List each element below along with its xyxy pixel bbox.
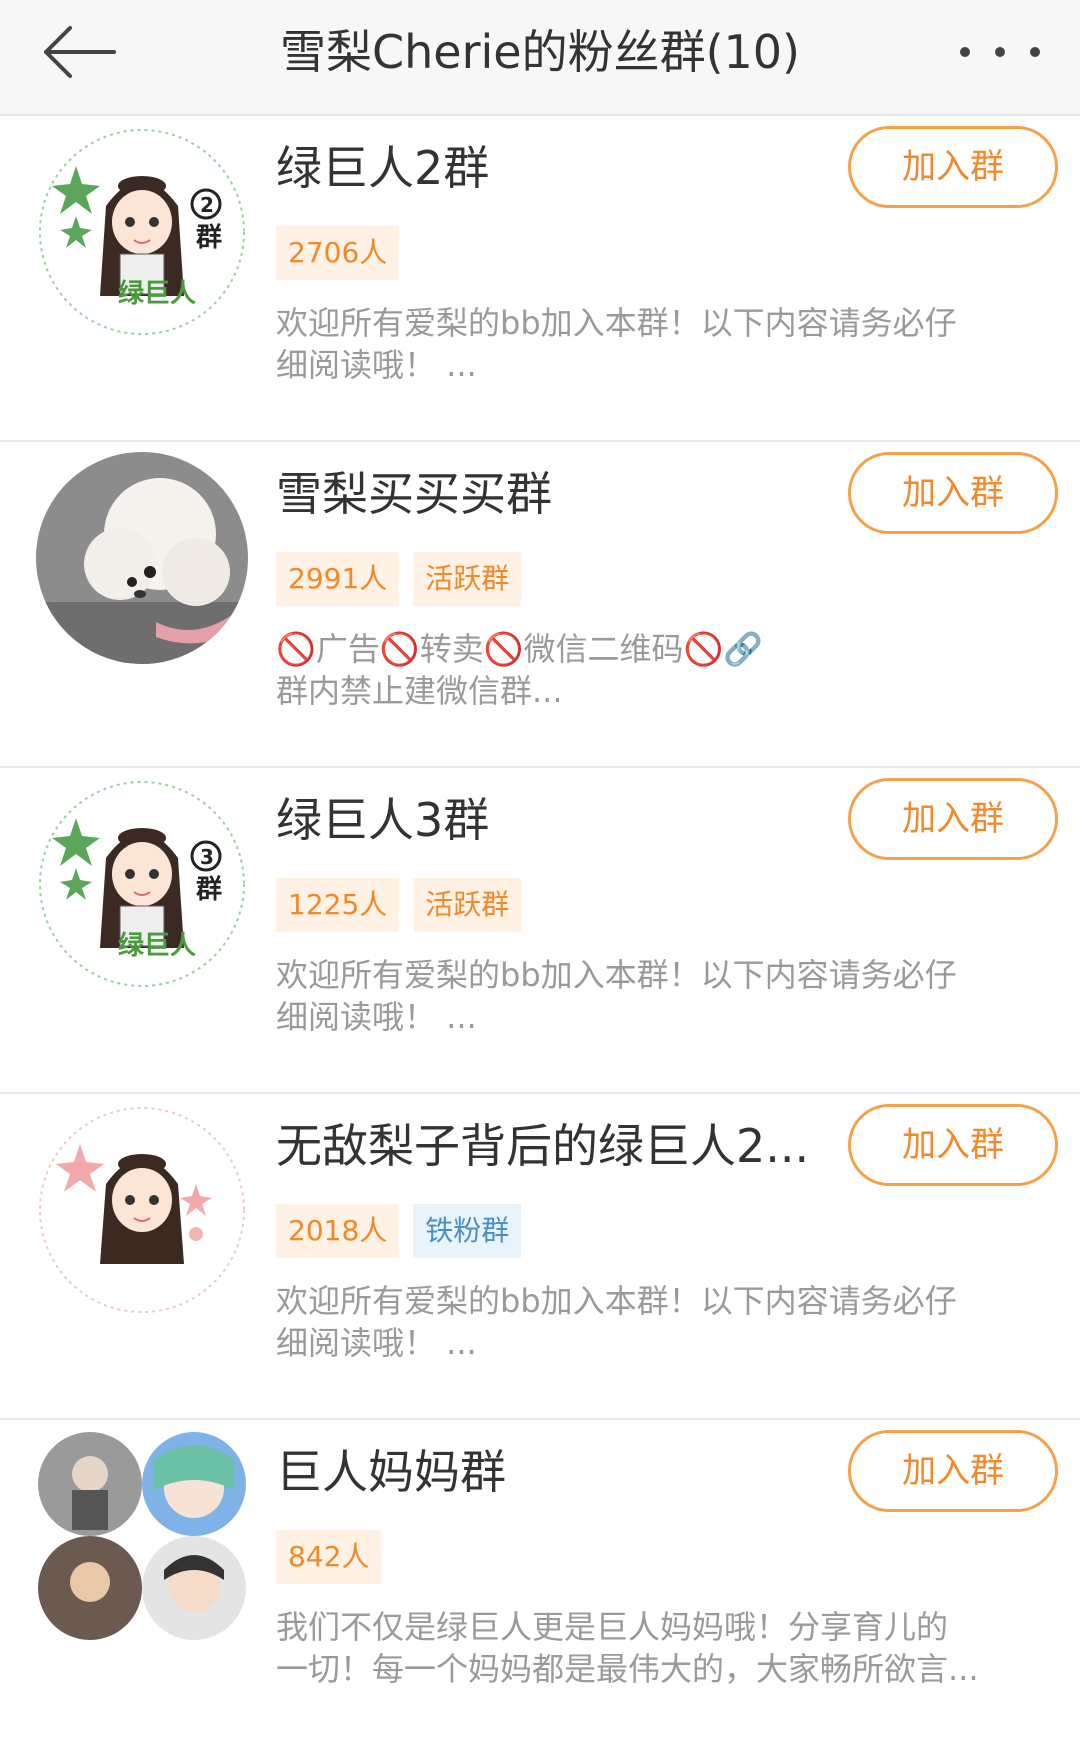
group-item[interactable]: 绿巨人 2 群 绿巨人2群 加入群 2706人 欢迎所有爱梨的bb加入本群！以下…	[0, 116, 1080, 442]
active-group-badge: 活跃群	[413, 878, 522, 932]
group-name: 巨人妈妈群	[276, 1445, 506, 1499]
group-item[interactable]: 无敌梨子背后的绿巨人2... 加入群 2018人 铁粉群 欢迎所有爱梨的bb加入…	[0, 1094, 1080, 1420]
join-group-button[interactable]: 加入群	[848, 778, 1058, 860]
more-options-icon[interactable]	[960, 30, 1040, 74]
description-line: 一切！每一个妈妈都是最伟大的，大家畅所欲言...	[276, 1650, 979, 1688]
group-tags: 2991人 活跃群	[276, 552, 522, 606]
group-name: 绿巨人2群	[276, 141, 490, 195]
description-line: 欢迎所有爱梨的bb加入本群！以下内容请务必仔	[276, 304, 957, 342]
join-group-button[interactable]: 加入群	[848, 1104, 1058, 1186]
group-name: 无敌梨子背后的绿巨人2...	[276, 1119, 810, 1173]
group-item[interactable]: 绿巨人 3 群 绿巨人3群 加入群 1225人 活跃群 欢迎所有爱梨的bb加入本…	[0, 768, 1080, 1094]
group-description: 欢迎所有爱梨的bb加入本群！以下内容请务必仔 细阅读哦！ ...	[276, 954, 1046, 1038]
member-count-badge: 2706人	[276, 226, 400, 280]
page-title: 雪梨Cherie的粉丝群(10)	[280, 25, 800, 79]
group-name: 雪梨买买买群	[276, 467, 552, 521]
group-description: 🚫广告🚫转卖🚫微信二维码🚫🔗 群内禁止建微信群...	[276, 628, 1046, 712]
group-avatar	[36, 1430, 248, 1642]
svg-text:绿巨人: 绿巨人	[118, 279, 196, 309]
group-avatar	[36, 452, 248, 664]
member-count-badge: 2991人	[276, 552, 400, 606]
svg-text:群: 群	[195, 223, 222, 253]
group-description: 我们不仅是绿巨人更是巨人妈妈哦！分享育儿的 一切！每一个妈妈都是最伟大的，大家畅…	[276, 1606, 1046, 1690]
description-line: 欢迎所有爱梨的bb加入本群！以下内容请务必仔	[276, 1282, 957, 1320]
group-description: 欢迎所有爱梨的bb加入本群！以下内容请务必仔 细阅读哦！ ...	[276, 1280, 1046, 1364]
svg-text:绿巨人: 绿巨人	[118, 931, 196, 961]
member-count-badge: 842人	[276, 1530, 382, 1584]
group-tags: 1225人 活跃群	[276, 878, 522, 932]
group-avatar	[36, 1104, 248, 1316]
join-group-button[interactable]: 加入群	[848, 1430, 1058, 1512]
svg-text:群: 群	[195, 875, 222, 905]
member-count-badge: 2018人	[276, 1204, 400, 1258]
group-description: 欢迎所有爱梨的bb加入本群！以下内容请务必仔 细阅读哦！ ...	[276, 302, 1046, 386]
back-arrow-icon[interactable]	[40, 22, 120, 82]
description-line: 细阅读哦！ ...	[276, 346, 477, 384]
group-item[interactable]: 巨人妈妈群 加入群 842人 我们不仅是绿巨人更是巨人妈妈哦！分享育儿的 一切！…	[0, 1420, 1080, 1746]
description-line: 欢迎所有爱梨的bb加入本群！以下内容请务必仔	[276, 956, 957, 994]
active-group-badge: 活跃群	[413, 552, 522, 606]
fan-group-badge: 铁粉群	[413, 1204, 522, 1258]
description-line: 群内禁止建微信群...	[276, 672, 563, 710]
top-bar: 雪梨Cherie的粉丝群(10)	[0, 0, 1080, 116]
join-group-button[interactable]: 加入群	[848, 452, 1058, 534]
description-line: 细阅读哦！ ...	[276, 998, 477, 1036]
join-group-button[interactable]: 加入群	[848, 126, 1058, 208]
member-count-badge: 1225人	[276, 878, 400, 932]
description-line: 我们不仅是绿巨人更是巨人妈妈哦！分享育儿的	[276, 1608, 949, 1646]
group-tags: 2018人 铁粉群	[276, 1204, 522, 1258]
group-name: 绿巨人3群	[276, 793, 490, 847]
group-avatar: 绿巨人 2 群	[36, 126, 248, 338]
svg-text:3: 3	[200, 845, 214, 869]
group-avatar: 绿巨人 3 群	[36, 778, 248, 990]
group-tags: 2706人	[276, 226, 400, 280]
group-list: 绿巨人 2 群 绿巨人2群 加入群 2706人 欢迎所有爱梨的bb加入本群！以下…	[0, 116, 1080, 1746]
description-line: 🚫广告🚫转卖🚫微信二维码🚫🔗	[276, 630, 764, 668]
group-item[interactable]: 雪梨买买买群 加入群 2991人 活跃群 🚫广告🚫转卖🚫微信二维码🚫🔗 群内禁止…	[0, 442, 1080, 768]
group-tags: 842人	[276, 1530, 382, 1584]
description-line: 细阅读哦！ ...	[276, 1324, 477, 1362]
svg-text:2: 2	[200, 193, 214, 217]
